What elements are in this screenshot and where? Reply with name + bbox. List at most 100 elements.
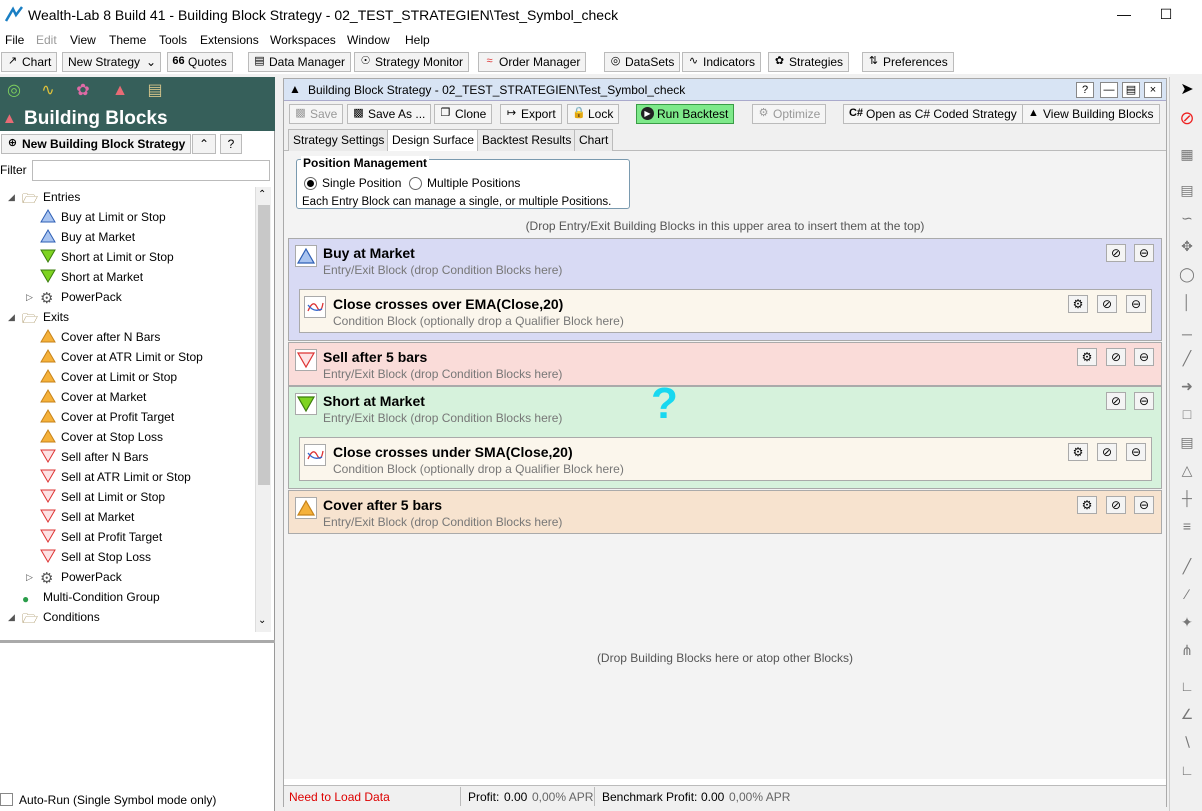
tree-item[interactable]: Short at Limit or Stop [40,247,174,267]
tree-item[interactable]: Buy at Limit or Stop [40,207,166,227]
disable-icon[interactable]: ⊘ [1097,295,1117,313]
disable-icon[interactable]: ⊘ [1097,443,1117,461]
quotes-button[interactable]: 66 Quotes [167,52,233,72]
disable-icon[interactable]: ⊘ [1106,496,1126,514]
auto-run-checkbox[interactable] [0,793,13,806]
tree-item[interactable]: ● Multi-Condition Group [22,587,160,607]
fan-icon[interactable]: ∟ [1176,675,1198,697]
disable-icon[interactable]: ⊘ [1106,348,1126,366]
tree-item[interactable]: Cover at Market [40,387,146,407]
menu-extensions[interactable]: Extensions [200,33,259,47]
multiple-positions-radio[interactable] [409,177,422,190]
no-entry-icon[interactable]: ⊘ [1176,107,1198,129]
window-minimize-button[interactable]: — [1100,82,1118,98]
menu-file[interactable]: File [5,33,24,47]
tree-item[interactable]: ▷ ⚙ PowerPack [26,287,122,307]
chart-button[interactable]: ↗ Chart [1,52,58,72]
triangle-icon[interactable]: △ [1176,459,1198,481]
menu-help[interactable]: Help [405,33,430,47]
tree-folder[interactable]: ◢ 🗁 Entries [8,187,80,207]
window-help-button[interactable]: ? [1076,82,1094,98]
data-manager-button[interactable]: ▤ Data Manager [248,52,352,72]
disable-icon[interactable]: ⊘ [1106,244,1126,262]
menu-workspaces[interactable]: Workspaces [270,33,336,47]
view-building-blocks-button[interactable]: ▲ View Building Blocks [1022,104,1160,124]
tree-folder[interactable]: ◢ 🗁 Exits [8,307,69,327]
indicators-button[interactable]: ∿ Indicators [682,52,762,72]
strategies-button[interactable]: ✿ Strategies [768,52,850,72]
gear-icon[interactable]: ⚙ [1068,295,1088,313]
maximize-window-button[interactable]: ☐ [1156,4,1176,24]
collapsed-arrow-icon[interactable]: ▷ [26,287,33,307]
slash-icon[interactable]: ╱ [1176,555,1198,577]
tree-item[interactable]: Short at Market [40,267,143,287]
regression-icon[interactable]: ∖ [1176,731,1198,753]
scroll-thumb[interactable] [258,205,270,485]
panel-splitter[interactable] [0,640,275,643]
expanded-arrow-icon[interactable]: ◢ [8,187,15,207]
remove-icon[interactable]: ⊖ [1126,443,1146,461]
open-as-csharp-button[interactable]: C# Open as C# Coded Strategy [843,104,1023,124]
menu-tools[interactable]: Tools [159,33,187,47]
books-icon[interactable]: ▤ [145,81,165,101]
scroll-down-icon[interactable]: ⌄ [258,615,266,626]
help-button[interactable]: ? [220,134,242,154]
condition-block-sma-cross[interactable]: Close crosses under SMA(Close,20) Condit… [299,437,1152,481]
tree-item[interactable]: Sell at ATR Limit or Stop [40,467,191,487]
single-position-radio[interactable] [304,177,317,190]
remove-icon[interactable]: ⊖ [1134,244,1154,262]
arrow-right-icon[interactable]: ➜ [1176,375,1198,397]
save-button[interactable]: ▩ Save [289,104,344,124]
andrews-icon[interactable]: ∟ [1176,759,1198,781]
tree-item[interactable]: Sell at Limit or Stop [40,487,165,507]
entry-exit-block-buy-at-market[interactable]: Buy at Market Entry/Exit Block (drop Con… [288,238,1162,341]
preferences-button[interactable]: ⇅ Preferences [862,52,954,72]
clone-button[interactable]: ❐ Clone [434,104,493,124]
remove-icon[interactable]: ⊖ [1126,295,1146,313]
entry-exit-block-short-at-market[interactable]: Short at Market Entry/Exit Block (drop C… [288,379,1162,489]
menu-theme[interactable]: Theme [109,33,146,47]
fib-line-icon[interactable]: ┼ [1176,487,1198,509]
tree-folder[interactable]: ◢ 🗁 Conditions [8,607,100,627]
rectangle-icon[interactable]: □ [1176,403,1198,425]
vertical-line-icon[interactable]: │ [1176,291,1198,313]
tree-item[interactable]: Sell at Profit Target [40,527,162,547]
pointer-icon[interactable]: ➤ [1176,79,1198,101]
menu-edit[interactable]: Edit [36,33,57,47]
note-icon[interactable]: ▤ [1176,431,1198,453]
horizontal-line-icon[interactable]: ─ [1176,323,1198,345]
menu-view[interactable]: View [70,33,96,47]
design-surface[interactable]: Position Management Single Position Mult… [284,151,1166,779]
tree-item[interactable]: Buy at Market [40,227,135,247]
trend-line-icon[interactable]: ╱ [1176,347,1198,369]
speed-lines-icon[interactable]: ∠ [1176,703,1198,725]
tree-item[interactable]: Sell at Market [40,507,134,527]
calendar-icon[interactable]: ▤ [1176,179,1198,201]
grid-icon[interactable]: ▦ [1176,143,1198,165]
bars-icon[interactable]: ≡ [1176,515,1198,537]
tree-scrollbar[interactable]: ⌃ ⌄ [255,187,271,632]
menu-window[interactable]: Window [347,33,390,47]
blocks-icon[interactable]: ▲ [110,81,130,101]
tab-backtest-results[interactable]: Backtest Results [477,129,577,151]
globe-icon[interactable]: ◎ [4,81,24,101]
collapse-all-button[interactable]: ⌃ [192,134,216,154]
window-maximize-button[interactable]: ▤ [1122,82,1140,98]
gann-icon[interactable]: ✦ [1176,611,1198,633]
new-building-block-strategy-button[interactable]: ⊕ New Building Block Strategy [1,134,192,154]
tree-item[interactable]: Cover at ATR Limit or Stop [40,347,203,367]
gear-icon[interactable]: ⚙ [1077,496,1097,514]
remove-icon[interactable]: ⊖ [1134,496,1154,514]
entry-exit-block-cover-after-5-bars[interactable]: Cover after 5 bars Entry/Exit Block (dro… [288,490,1162,534]
optimize-button[interactable]: ⚙ Optimize [752,104,827,124]
tree-item[interactable]: Cover at Profit Target [40,407,174,427]
remove-icon[interactable]: ⊖ [1134,392,1154,410]
channel-icon[interactable]: ∕ [1176,583,1198,605]
order-manager-button[interactable]: ≈ Order Manager [478,52,587,72]
tab-strategy-settings[interactable]: Strategy Settings [288,129,390,151]
tree-item[interactable]: Cover at Stop Loss [40,427,163,447]
run-backtest-button[interactable]: ▶ Run Backtest [636,104,735,124]
filter-input[interactable] [32,160,270,181]
minimize-window-button[interactable]: — [1114,4,1134,24]
save-as-button[interactable]: ▩ Save As ... [347,104,432,124]
